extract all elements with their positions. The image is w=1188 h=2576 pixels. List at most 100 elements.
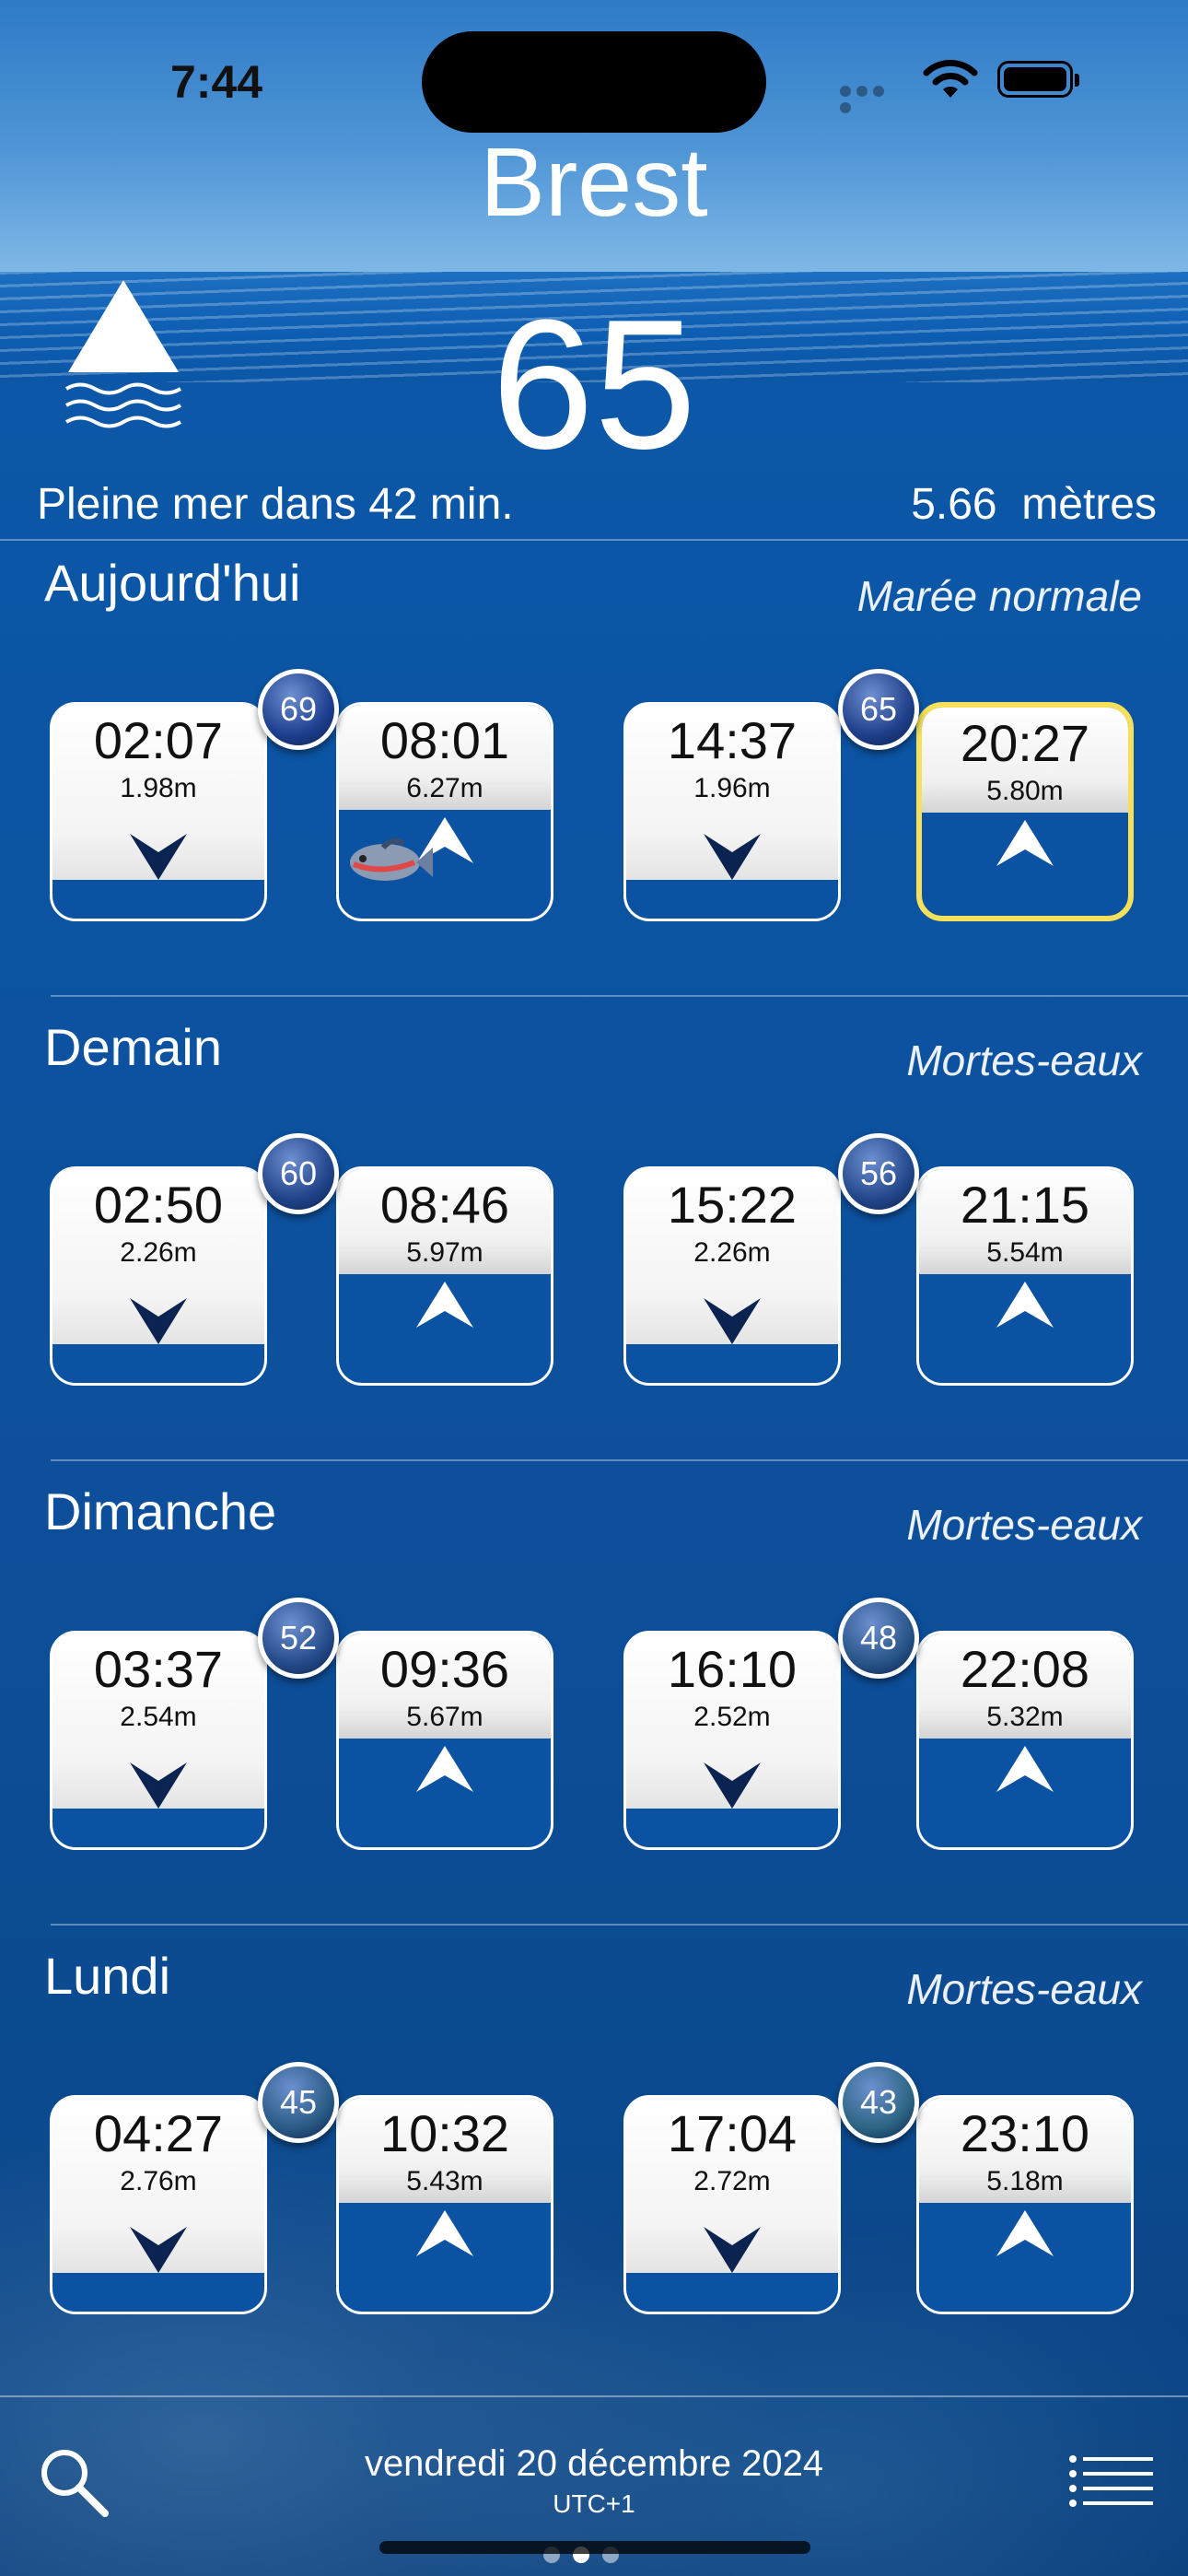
tide-time: 08:01 bbox=[379, 711, 510, 769]
low-tide-card[interactable]: 03:37 2.54m bbox=[50, 1631, 267, 1850]
day-divider bbox=[51, 1924, 1188, 1926]
card-sea-level bbox=[52, 1344, 264, 1383]
footer-date[interactable]: vendredi 20 décembre 2024 bbox=[0, 2443, 1188, 2485]
card-sea-level bbox=[52, 2273, 264, 2312]
low-tide-card[interactable]: 04:27 2.76m bbox=[50, 2095, 267, 2314]
coefficient-badge: 43 bbox=[838, 2062, 919, 2143]
tide-height: 1.96m bbox=[693, 773, 771, 803]
tide-height: 2.76m bbox=[120, 2166, 197, 2196]
high-tide-card[interactable]: 22:08 5.32m bbox=[916, 1631, 1134, 1850]
card-sea-level bbox=[52, 1809, 264, 1847]
tide-height: 2.54m bbox=[120, 1702, 197, 1732]
day-divider bbox=[51, 995, 1188, 997]
low-tide-card[interactable]: 14:37 1.96m bbox=[623, 702, 841, 921]
coefficient-badge: 60 bbox=[258, 1133, 339, 1214]
tide-time: 17:04 bbox=[667, 2104, 798, 2162]
tide-time: 09:36 bbox=[379, 1640, 510, 1698]
tide-height: 5.97m bbox=[406, 1237, 483, 1268]
high-tide-arrow-icon bbox=[416, 1282, 473, 1328]
tide-time: 20:27 bbox=[960, 714, 1090, 772]
current-height-value: 5.66 bbox=[911, 480, 997, 529]
coefficient-badge: 45 bbox=[258, 2062, 339, 2143]
tide-height: 1.98m bbox=[120, 773, 197, 803]
low-tide-arrow-icon bbox=[704, 2227, 761, 2273]
high-tide-card[interactable]: 10:32 5.43m bbox=[336, 2095, 553, 2314]
current-water-height: 5.66 mètres bbox=[911, 479, 1157, 530]
tide-type-label: Mortes-eaux bbox=[906, 1501, 1142, 1549]
card-sea-level bbox=[626, 2273, 838, 2312]
home-indicator[interactable] bbox=[379, 2541, 810, 2554]
card-sea-level bbox=[626, 880, 838, 919]
tide-height: 5.18m bbox=[986, 2166, 1064, 2196]
footer-divider bbox=[0, 2395, 1188, 2397]
tide-type-label: Mortes-eaux bbox=[906, 1965, 1142, 2013]
current-coefficient: 65 bbox=[491, 282, 697, 487]
signal-dots-icon bbox=[840, 85, 904, 113]
tide-time: 02:50 bbox=[93, 1176, 224, 1234]
high-tide-arrow-icon bbox=[996, 1282, 1054, 1328]
fish-icon bbox=[350, 837, 433, 881]
high-tide-card[interactable]: 21:15 5.54m bbox=[916, 1166, 1134, 1386]
high-tide-card[interactable]: 09:36 5.67m bbox=[336, 1631, 553, 1850]
tide-time: 14:37 bbox=[667, 711, 798, 769]
day-divider bbox=[51, 1459, 1188, 1461]
status-time: 7:44 bbox=[170, 56, 263, 108]
high-tide-arrow-icon bbox=[996, 2210, 1054, 2256]
footer-timezone: UTC+1 bbox=[553, 2489, 635, 2518]
day-label: Dimanche bbox=[44, 1482, 277, 1540]
low-tide-arrow-icon bbox=[704, 1298, 761, 1344]
card-sea-level bbox=[626, 1809, 838, 1847]
high-tide-arrow-icon bbox=[416, 2210, 473, 2256]
card-sea-level bbox=[626, 1344, 838, 1383]
tide-time: 15:22 bbox=[667, 1176, 798, 1234]
day-label: Demain bbox=[44, 1018, 222, 1076]
tide-time: 10:32 bbox=[379, 2104, 510, 2162]
coefficient-badge: 48 bbox=[838, 1598, 919, 1679]
coefficient-badge: 65 bbox=[838, 669, 919, 750]
low-tide-arrow-icon bbox=[704, 834, 761, 880]
current-height-unit: mètres bbox=[1021, 480, 1157, 529]
high-tide-card[interactable]: 20:27 5.80m bbox=[916, 702, 1134, 921]
tide-time: 03:37 bbox=[93, 1640, 224, 1698]
tide-height: 2.52m bbox=[693, 1702, 771, 1732]
low-tide-card[interactable]: 02:50 2.26m bbox=[50, 1166, 267, 1386]
high-tide-card[interactable]: 23:10 5.18m bbox=[916, 2095, 1134, 2314]
list-menu-icon[interactable] bbox=[1068, 2454, 1155, 2510]
day-label: Lundi bbox=[44, 1947, 171, 2005]
coefficient-badge: 52 bbox=[258, 1598, 339, 1679]
high-tide-arrow-icon bbox=[996, 820, 1054, 866]
dynamic-island bbox=[422, 31, 766, 133]
city-title[interactable]: Brest bbox=[0, 127, 1188, 239]
tide-time: 16:10 bbox=[667, 1640, 798, 1698]
next-tide-countdown: Pleine mer dans 42 min. bbox=[37, 480, 514, 529]
tide-time: 21:15 bbox=[960, 1176, 1090, 1234]
day-label: Aujourd'hui bbox=[44, 554, 301, 612]
coefficient-badge: 69 bbox=[258, 669, 339, 750]
battery-icon bbox=[997, 61, 1079, 98]
tide-type-label: Mortes-eaux bbox=[906, 1036, 1142, 1084]
tide-height: 5.32m bbox=[986, 1702, 1064, 1732]
wifi-icon bbox=[923, 59, 978, 98]
tide-height: 6.27m bbox=[406, 773, 483, 803]
low-tide-arrow-icon bbox=[130, 834, 187, 880]
high-tide-arrow-icon bbox=[416, 1746, 473, 1792]
tide-height: 5.80m bbox=[986, 776, 1064, 806]
tide-time: 08:46 bbox=[379, 1176, 510, 1234]
low-tide-card[interactable]: 16:10 2.52m bbox=[623, 1631, 841, 1850]
coefficient-badge: 56 bbox=[838, 1133, 919, 1214]
tide-height: 5.54m bbox=[986, 1237, 1064, 1268]
low-tide-arrow-icon bbox=[130, 1762, 187, 1809]
tide-time: 22:08 bbox=[960, 1640, 1090, 1698]
low-tide-card[interactable]: 17:04 2.72m bbox=[623, 2095, 841, 2314]
card-sea-level bbox=[52, 880, 264, 919]
tide-time: 23:10 bbox=[960, 2104, 1090, 2162]
tide-time: 04:27 bbox=[93, 2104, 224, 2162]
low-tide-card[interactable]: 02:07 1.98m bbox=[50, 702, 267, 921]
high-tide-card[interactable]: 08:46 5.97m bbox=[336, 1166, 553, 1386]
low-tide-arrow-icon bbox=[130, 1298, 187, 1344]
tide-height: 5.43m bbox=[406, 2166, 483, 2196]
high-tide-arrow-icon bbox=[996, 1746, 1054, 1792]
tide-type-label: Marée normale bbox=[856, 572, 1142, 620]
tide-height: 5.67m bbox=[406, 1702, 483, 1732]
low-tide-card[interactable]: 15:22 2.26m bbox=[623, 1166, 841, 1386]
